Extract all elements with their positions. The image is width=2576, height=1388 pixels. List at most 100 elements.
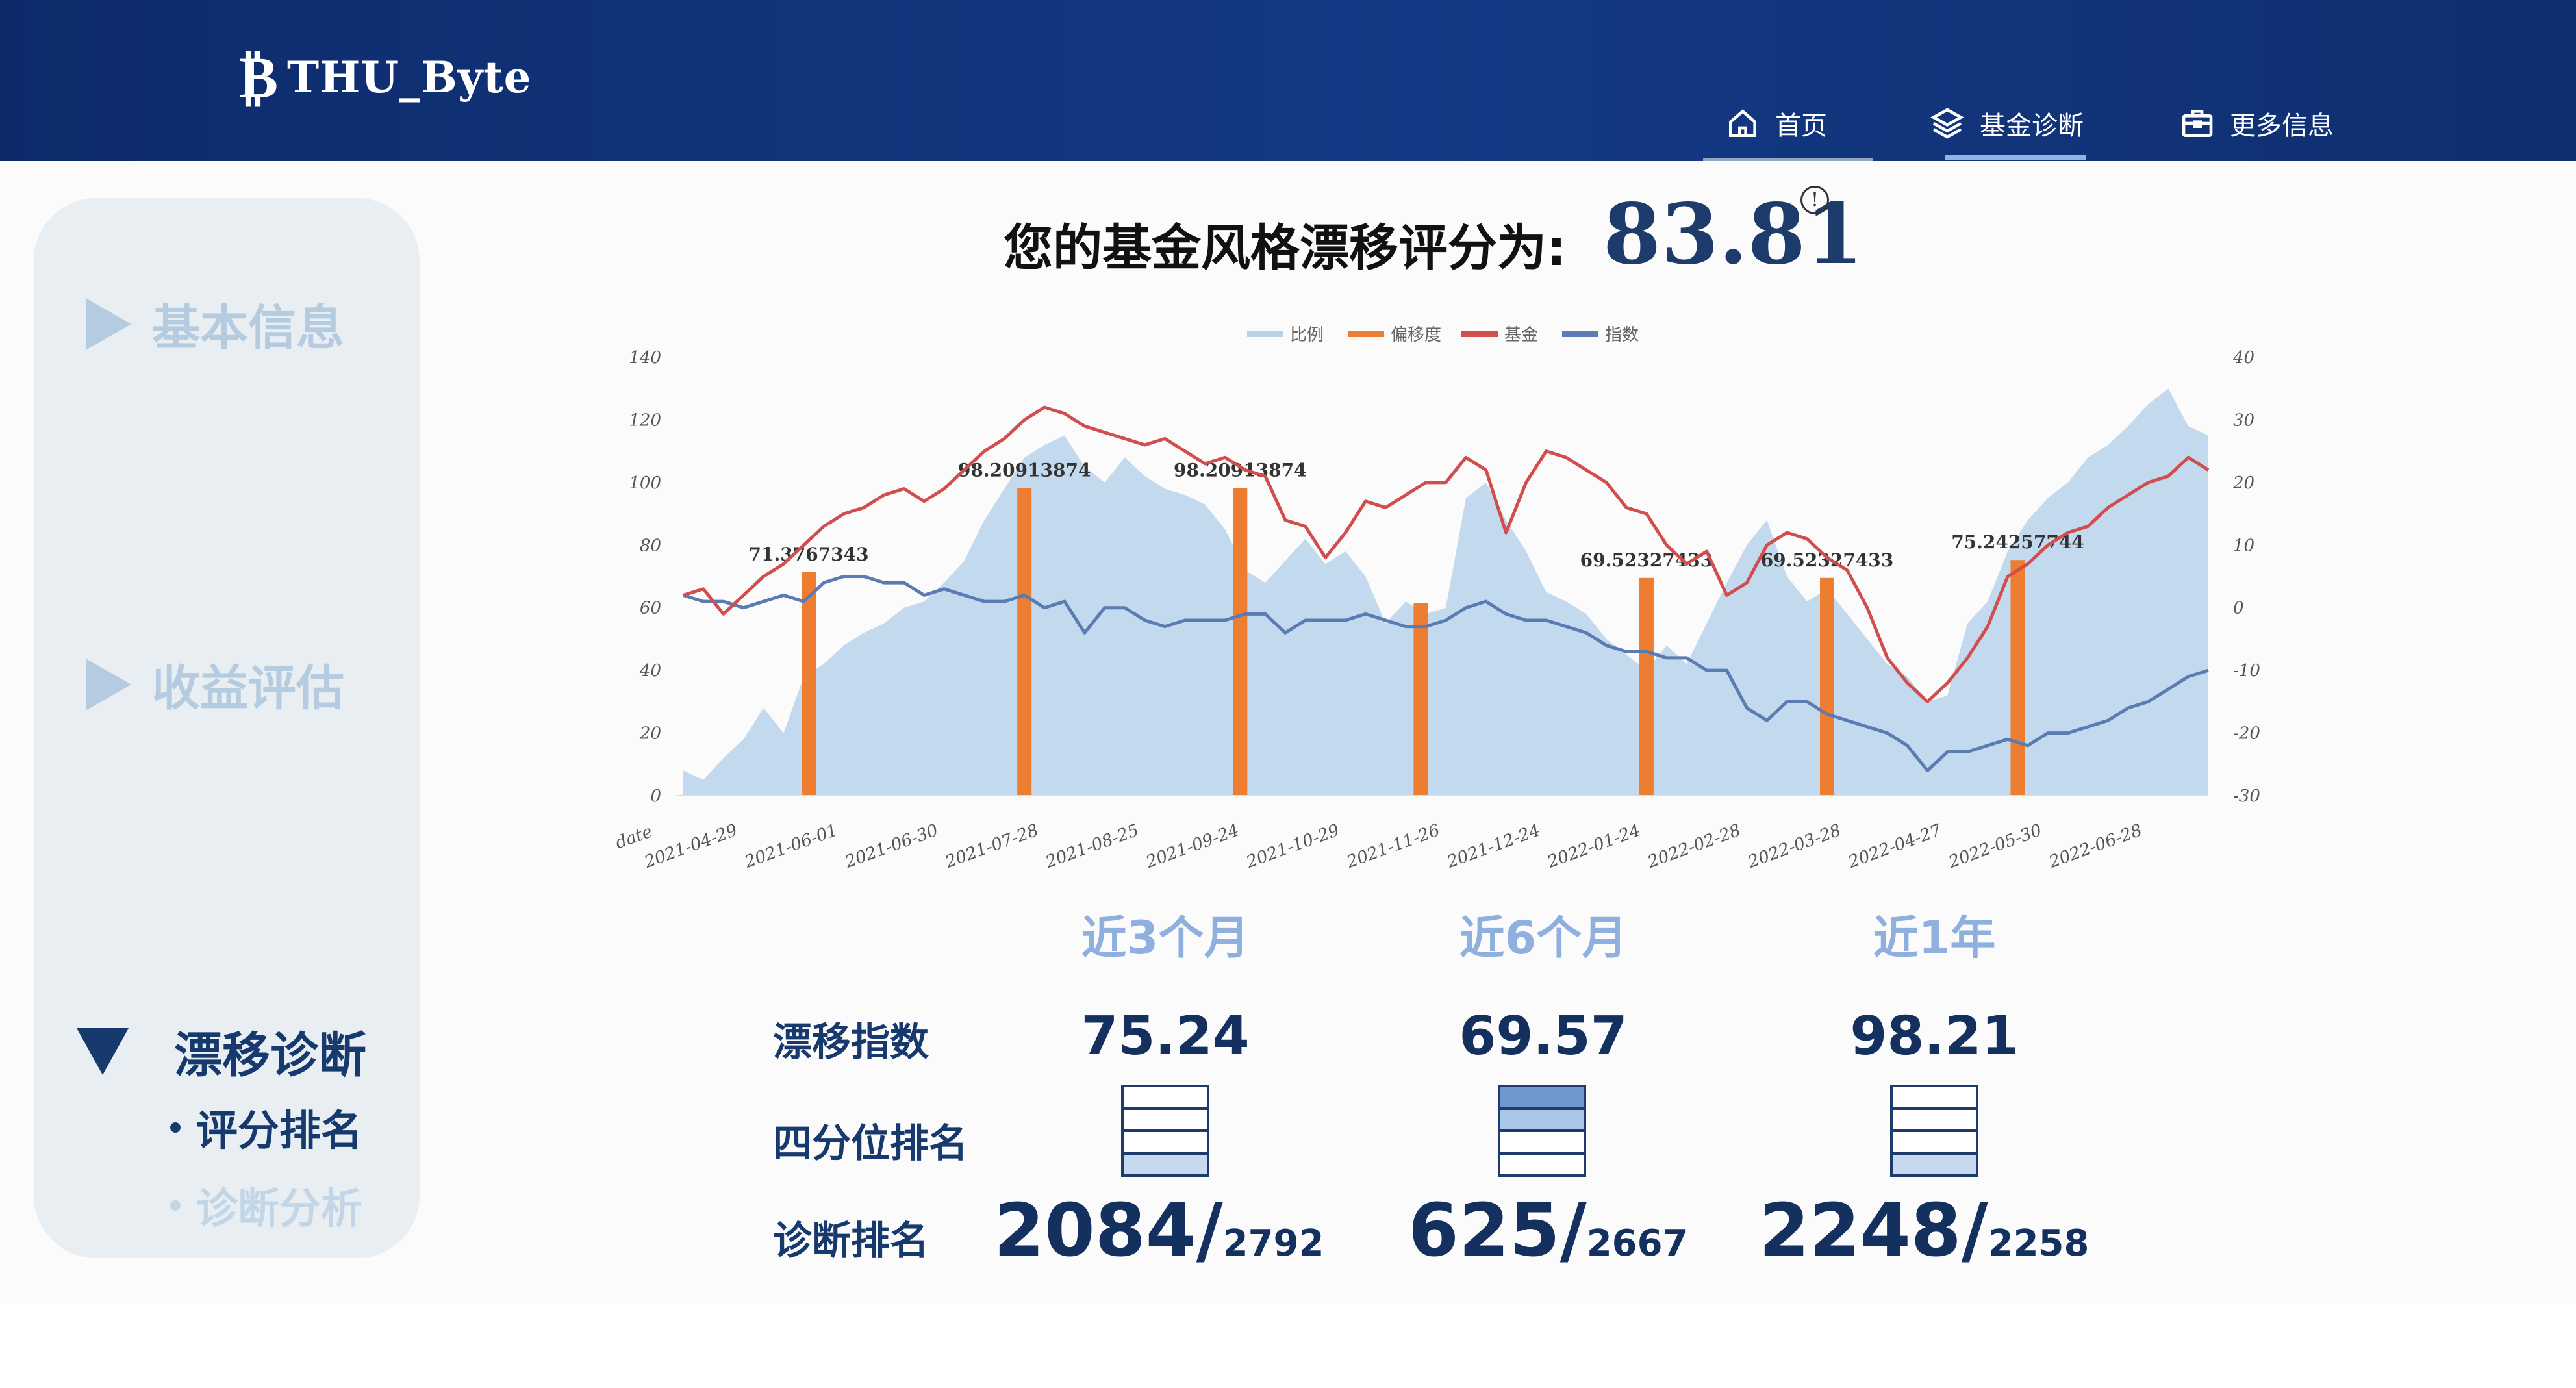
quartile-band (1124, 1087, 1207, 1110)
x-tick-label: 2021-06-30 (842, 820, 941, 872)
quartile-band (1500, 1132, 1584, 1155)
home-icon (1729, 109, 1756, 137)
quartile-rank-6m (1498, 1085, 1586, 1177)
sidebar-item-income-eval[interactable]: 收益评估 (86, 650, 344, 719)
bar-drift-2 (1233, 488, 1248, 796)
bar-data-label: 98.20913874 (1174, 459, 1307, 481)
nav-home[interactable]: 首页 (1724, 97, 1827, 149)
quartile-band (1893, 1154, 1976, 1174)
sidebar-subitem-label: 评分排名 (196, 1107, 362, 1155)
bullet-icon (170, 1122, 181, 1133)
drift-index-3m: 75.24 (1081, 1005, 1250, 1067)
y-left-tick-label: 60 (640, 599, 661, 618)
quartile-band (1124, 1132, 1207, 1155)
rank-value: 2084/ (994, 1189, 1223, 1273)
score-title: 您的基金风格漂移评分为: (1004, 219, 1567, 277)
legend-label: 偏移度 (1391, 325, 1441, 345)
nav-active-indicator (1945, 155, 2086, 160)
sidebar-item-label: 收益评估 (152, 661, 344, 716)
drift-index-6m: 69.57 (1459, 1005, 1628, 1067)
sidebar-item-drift-diagnosis[interactable]: 漂移诊断 (77, 1016, 366, 1086)
legend-label: 基金 (1504, 325, 1538, 345)
briefcase-icon (2182, 110, 2213, 137)
triangle-down-icon (77, 1028, 129, 1075)
bitcoin-logo-icon: ₿ (239, 43, 279, 112)
quartile-band (1893, 1132, 1976, 1155)
x-tick-label: 2021-06-01 (742, 820, 840, 872)
y-left-tick-label: 140 (629, 348, 661, 368)
diagnosis-rank-6m: 625/ 2667 (1408, 1189, 1688, 1273)
y-right-tick-label: 10 (2233, 536, 2254, 555)
drift-index-1y: 98.21 (1850, 1005, 2019, 1067)
quartile-band (1893, 1110, 1976, 1132)
y-right-tick-label: 30 (2233, 410, 2254, 430)
quartile-band (1500, 1155, 1584, 1175)
x-tick-label: 2022-04-27 (1845, 820, 1944, 872)
y-left-tick-label: 100 (629, 473, 661, 493)
triangle-right-icon (86, 297, 131, 350)
quartile-rank-1y (1890, 1085, 1978, 1177)
legend-swatch (1247, 331, 1283, 337)
nav-fund-diagnosis-label: 基金诊断 (1980, 111, 2084, 141)
y-right-tick-label: -10 (2233, 661, 2260, 681)
logo[interactable]: ₿ THU_Byte (239, 42, 532, 113)
quartile-band (1500, 1087, 1584, 1110)
x-tick-label: 2022-05-30 (1945, 820, 2044, 872)
rank-value: 2248/ (1759, 1189, 1988, 1273)
bar-drift-3 (1413, 603, 1428, 796)
x-tick-label: 2021-09-24 (1143, 820, 1242, 872)
bar-drift-1 (1017, 488, 1032, 796)
row-label-diagnosis-rank: 诊断排名 (773, 1218, 929, 1264)
y-left-tick-label: 80 (640, 536, 661, 555)
sidebar-subitem-score-rank[interactable]: 评分排名 (170, 1098, 362, 1157)
sidebar-subitem-diagnosis-analysis[interactable]: 诊断分析 (170, 1176, 362, 1235)
sidebar-subitem-label: 诊断分析 (196, 1185, 362, 1233)
bar-data-label: 69.52327433 (1761, 549, 1894, 571)
y-left-tick-label: 120 (629, 410, 661, 430)
bar-drift-0 (802, 572, 816, 796)
bar-drift-4 (1639, 577, 1654, 796)
nav-fund-diagnosis[interactable]: 基金诊断 (1929, 97, 2084, 149)
diagnosis-rank-1y: 2248/ 2258 (1759, 1189, 2089, 1273)
rank-total: 2258 (1988, 1222, 2090, 1265)
nav-more-info[interactable]: 更多信息 (2179, 97, 2334, 149)
series-ratio-area (683, 388, 2208, 796)
sidebar-item-label: 漂移诊断 (174, 1028, 366, 1083)
x-tick-label: 2021-07-28 (942, 820, 1041, 872)
quartile-band (1893, 1087, 1976, 1110)
sidebar-item-basic-info[interactable]: 基本信息 (86, 289, 344, 359)
logo-text: THU_Byte (287, 52, 532, 103)
triangle-right-icon (86, 658, 131, 711)
info-icon[interactable]: ! (1800, 186, 1829, 214)
bar-drift-5 (1820, 577, 1834, 796)
quartile-rank-3m (1121, 1085, 1209, 1177)
row-label-drift-index: 漂移指数 (773, 1020, 929, 1065)
x-axis-label: date (613, 822, 655, 853)
bar-data-label: 71.3767343 (749, 544, 869, 565)
x-tick-label: 2021-12-24 (1444, 820, 1543, 872)
y-left-tick-label: 0 (650, 787, 661, 806)
drift-chart: 71.3767343 98.20913874 98.20913874 69.52327… (613, 325, 2260, 872)
x-tick-label: 2022-01-24 (1545, 820, 1643, 872)
x-tick-label: 2021-10-29 (1243, 820, 1342, 872)
diagnosis-rank-3m: 2084/ 2792 (994, 1189, 1324, 1273)
row-label-quartile: 四分位排名 (773, 1121, 968, 1167)
y-right-tick-label: 0 (2233, 599, 2244, 618)
legend-label: 指数 (1605, 325, 1639, 345)
bar-drift-6 (2010, 560, 2025, 796)
y-left-tick-label: 20 (639, 724, 661, 744)
sidebar-item-label: 基本信息 (152, 300, 344, 356)
legend-swatch (1348, 331, 1384, 337)
x-tick-label: 2022-02-28 (1645, 820, 1743, 872)
col-header-1y: 近1年 (1873, 911, 1996, 965)
nav-home-label: 首页 (1775, 111, 1827, 141)
x-tick-label: 2022-03-28 (1745, 820, 1843, 872)
x-tick-label: 2021-04-29 (641, 820, 740, 872)
y-left-tick-label: 40 (639, 661, 661, 681)
x-tick-label: 2021-11-26 (1344, 820, 1443, 872)
legend-swatch (1562, 331, 1598, 337)
quartile-band (1124, 1154, 1207, 1174)
quartile-band (1124, 1110, 1207, 1132)
quartile-band (1500, 1109, 1584, 1132)
bar-data-label: 98.20913874 (958, 459, 1091, 481)
